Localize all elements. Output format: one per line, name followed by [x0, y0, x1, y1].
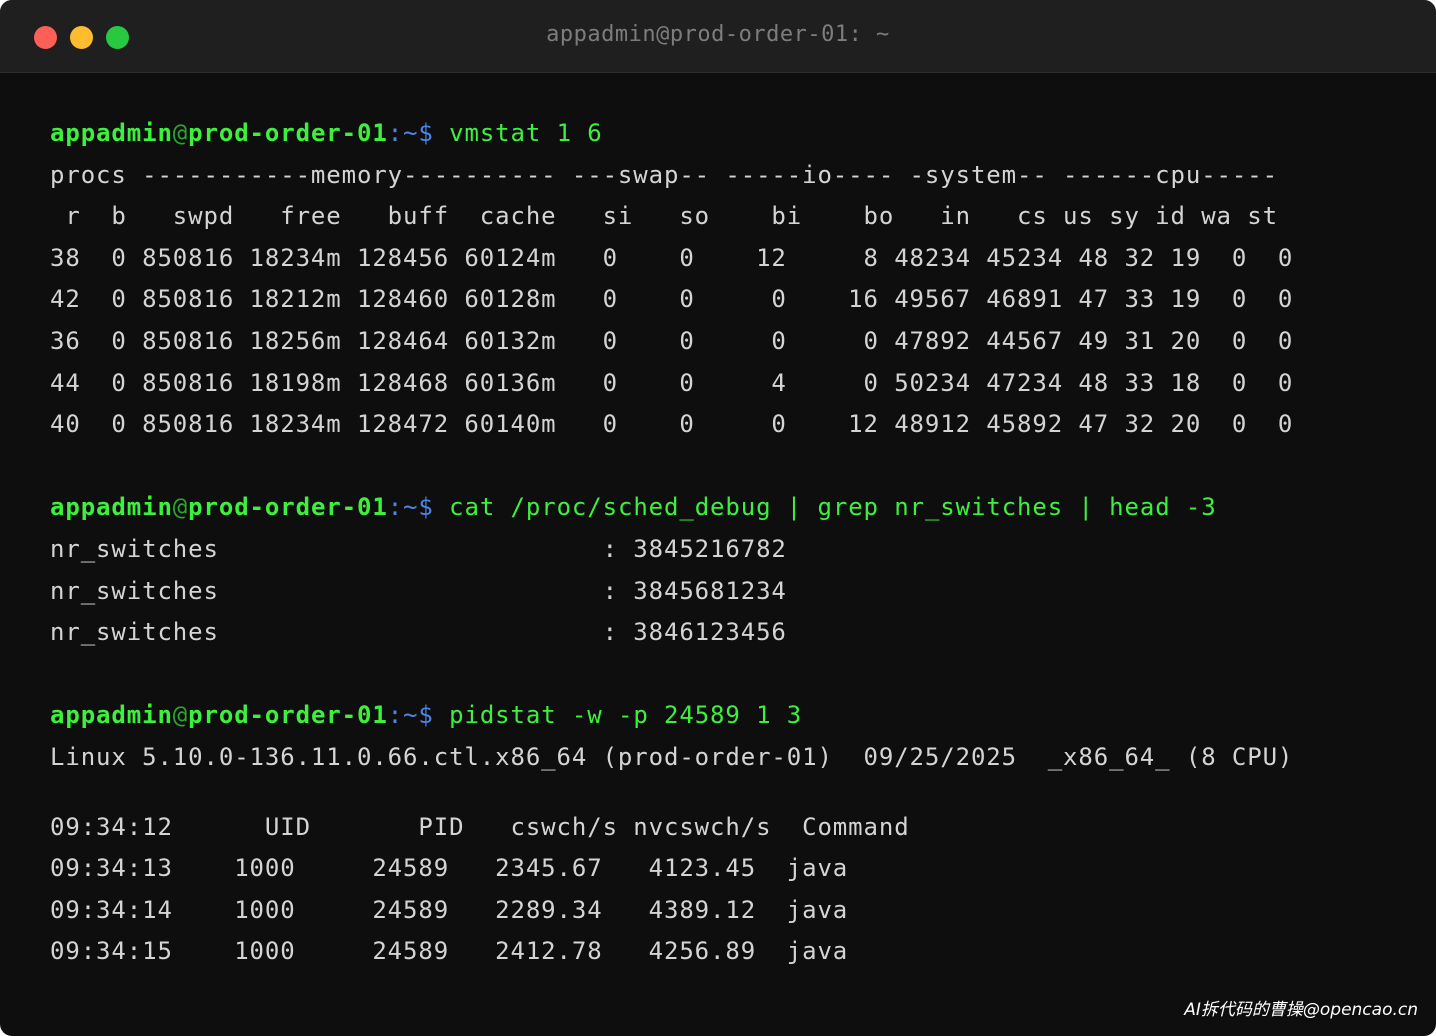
output-line: 09:34:14 1000 24589 2289.34 4389.12 java	[50, 895, 849, 924]
prompt-host: prod-order-01	[188, 701, 388, 730]
command-text: pidstat -w -p 24589 1 3	[449, 701, 803, 730]
output-line: 44 0 850816 18198m 128468 60136m 0 0 4 0…	[50, 368, 1294, 397]
terminal-output[interactable]: appadmin@prod-order-01:~$ vmstat 1 6 pro…	[50, 113, 1293, 973]
prompt-host: prod-order-01	[188, 119, 388, 147]
output-line: 38 0 850816 18234m 128456 60124m 0 0 12 …	[50, 243, 1294, 272]
title-bar: appadmin@prod-order-01: ~	[0, 0, 1436, 73]
output-line: 09:34:12 UID PID cswch/s nvcswch/s Comma…	[50, 812, 910, 841]
output-line: r b swpd free buff cache si so bi bo in …	[50, 202, 1278, 231]
prompt-at: @	[172, 701, 189, 730]
prompt-line: appadmin@prod-order-01:~$ vmstat 1 6	[50, 113, 1293, 155]
prompt-user: appadmin	[50, 701, 173, 730]
output-line: nr_switches : 3845216782	[50, 534, 787, 563]
prompt-path: :~$	[387, 493, 434, 522]
prompt-user: appadmin	[50, 493, 173, 522]
command-text: vmstat 1 6	[449, 119, 603, 147]
terminal-window: appadmin@prod-order-01: ~ appadmin@prod-…	[0, 0, 1436, 1036]
output-line: 09:34:13 1000 24589 2345.67 4123.45 java	[50, 854, 849, 883]
output-line: 40 0 850816 18234m 128472 60140m 0 0 0 1…	[50, 410, 1294, 439]
prompt-path: :~$	[387, 701, 434, 730]
output-line: Linux 5.10.0-136.11.0.66.ctl.x86_64 (pro…	[50, 742, 1294, 771]
output-line: nr_switches : 3845681234	[50, 576, 787, 605]
prompt-line: appadmin@prod-order-01:~$ cat /proc/sche…	[50, 487, 1293, 529]
output-line: 42 0 850816 18212m 128460 60128m 0 0 0 1…	[50, 285, 1294, 314]
window-title: appadmin@prod-order-01: ~	[546, 22, 890, 47]
prompt-line: appadmin@prod-order-01:~$ pidstat -w -p …	[50, 695, 1293, 737]
watermark: AI拆代码的曹操@opencao.cn	[1184, 1000, 1418, 1020]
prompt-host: prod-order-01	[188, 493, 388, 522]
prompt-user: appadmin	[50, 119, 173, 147]
output-line: procs -----------memory---------- ---swa…	[50, 160, 1278, 189]
prompt-at: @	[172, 493, 189, 522]
output-line: 09:34:15 1000 24589 2412.78 4256.89 java	[50, 937, 849, 966]
output-line: 36 0 850816 18256m 128464 60132m 0 0 0 0…	[50, 326, 1294, 355]
command-text: cat /proc/sched_debug | grep nr_switches…	[449, 493, 1217, 522]
prompt-at: @	[172, 119, 189, 147]
output-line: nr_switches : 3846123456	[50, 618, 787, 647]
prompt-path: :~$	[387, 119, 434, 147]
